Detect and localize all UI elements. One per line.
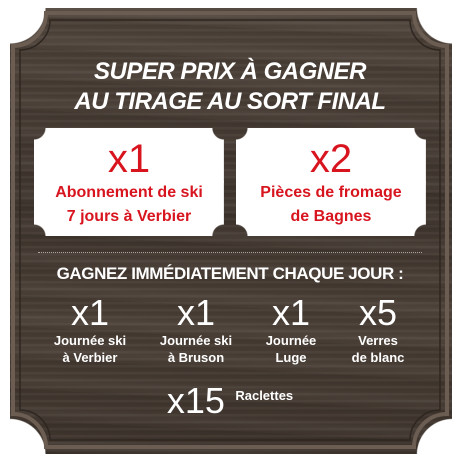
daily-prize-label-line-1: Verres (358, 333, 398, 348)
daily-prize-label-line-2: Luge (275, 350, 307, 365)
daily-prize-verbier: x1 Journée ski à Verbier (40, 294, 140, 366)
grand-prize-label-line-1: Pièces de fromage (260, 184, 402, 201)
daily-prize-quantity: x1 (176, 292, 216, 333)
grand-prize-label-line-2: 7 jours à Verbier (66, 208, 192, 225)
daily-prize-label-line-1: Journée (265, 333, 317, 348)
daily-prize-label-line-2: à Bruson (167, 350, 225, 365)
raclette-prize-quantity: x15 (166, 380, 225, 421)
daily-prize-label-line-1: Journée ski (53, 333, 127, 348)
daily-prize-quantity: x1 (271, 292, 311, 333)
grand-prize-label-line-1: Abonnement de ski (55, 184, 203, 201)
daily-prize-quantity: x1 (70, 292, 110, 333)
grand-prize-quantity: x2 (309, 137, 353, 181)
daily-prize-bruson: x1 Journée ski à Bruson (146, 294, 246, 366)
headline-line-2: AU TIRAGE AU SORT FINAL (74, 88, 386, 115)
daily-prize-luge: x1 Journée Luge (241, 294, 341, 366)
grand-prize-quantity: x1 (107, 137, 151, 181)
daily-prize-quantity: x5 (358, 292, 398, 333)
daily-prize-label-line-2: à Verbier (62, 350, 118, 365)
raclette-prize: x15 Raclettes (0, 380, 460, 422)
grand-prize-ticket-ski-pass: x1 Abonnement de ski 7 jours à Verbier (34, 128, 224, 236)
grand-prize-ticket-cheese: x2 Pièces de fromage de Bagnes (236, 128, 426, 236)
daily-prize-wine: x5 Verres de blanc (328, 294, 428, 366)
grand-prize-label-line-2: de Bagnes (290, 208, 372, 225)
raclette-prize-label: Raclettes (235, 387, 294, 403)
daily-prize-label-line-1: Journée ski (159, 333, 233, 348)
dotted-divider (38, 252, 422, 253)
daily-prize-label-line-2: de blanc (351, 350, 405, 365)
headline-line-1: SUPER PRIX À GAGNER (94, 58, 366, 85)
daily-prizes-heading: GAGNEZ IMMÉDIATEMENT CHAQUE JOUR : (56, 264, 404, 283)
